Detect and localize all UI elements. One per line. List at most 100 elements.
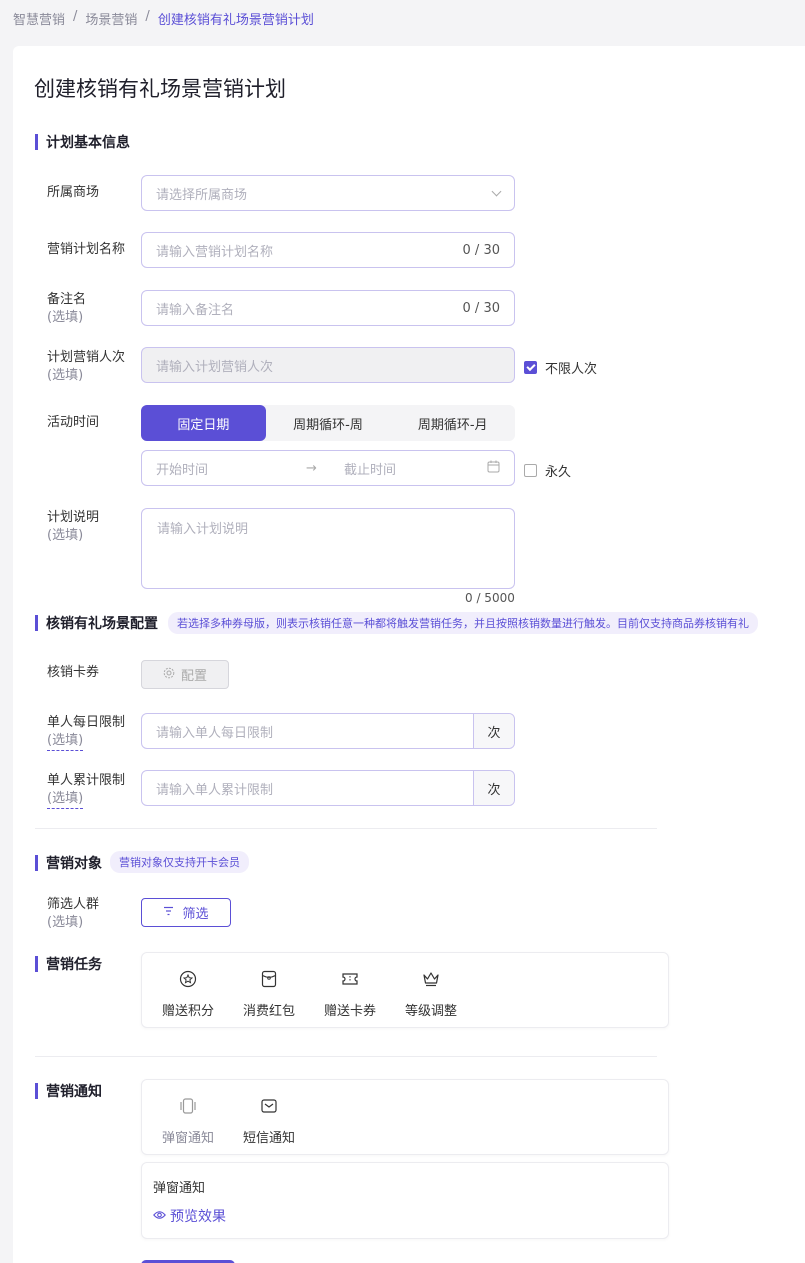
task-red-packet[interactable]: 消费红包 <box>238 970 300 1027</box>
task-level-label: 等级调整 <box>404 1004 457 1019</box>
time-label: 活动时间 <box>47 415 100 430</box>
date-range-picker[interactable]: 开始时间 → 截止时间 <box>141 450 515 486</box>
chevron-down-icon <box>491 186 502 196</box>
plan-name-placeholder: 请输入营销计划名称 <box>156 244 274 260</box>
forever-label: 永久 <box>545 465 572 480</box>
points-icon <box>179 970 197 992</box>
total-limit-unit: 次 <box>473 771 514 805</box>
breadcrumb-separator: / <box>145 9 150 24</box>
calendar-icon <box>487 460 500 477</box>
breadcrumb-separator: / <box>73 9 78 24</box>
section-target: 营销对象 <box>35 853 102 873</box>
plan-name-counter: 0 / 30 <box>462 242 500 258</box>
section-task: 营销任务 <box>35 954 102 974</box>
unlimited-label: 不限人次 <box>545 362 598 377</box>
popup-icon <box>179 1097 197 1119</box>
gear-icon <box>163 667 175 683</box>
mall-select[interactable]: 请选择所属商场 <box>141 175 515 211</box>
section-basic-info: 计划基本信息 <box>35 132 130 152</box>
total-limit-label: 单人累计限制 (选填) <box>47 772 125 809</box>
daily-limit-input[interactable]: 请输入单人每日限制 次 <box>141 713 515 749</box>
remark-input[interactable]: 请输入备注名 0 / 30 <box>141 290 515 326</box>
remark-placeholder: 请输入备注名 <box>156 302 235 318</box>
section-task-title: 营销任务 <box>46 957 102 973</box>
breadcrumb-current: 创建核销有礼场景营销计划 <box>157 13 314 28</box>
desc-textarea[interactable]: 请输入计划说明 <box>141 508 515 589</box>
count-label-text: 计划营销人次 <box>47 350 126 365</box>
target-tip-badge: 营销对象仅支持开卡会员 <box>110 851 249 873</box>
count-placeholder: 请输入计划营销人次 <box>156 359 274 375</box>
notify-sms-label: 短信通知 <box>242 1131 295 1146</box>
desc-optional: (选填) <box>47 528 84 543</box>
plan-name-input[interactable]: 请输入营销计划名称 0 / 30 <box>141 232 515 268</box>
tab-monthly-cycle[interactable]: 周期循环-月 <box>390 405 515 441</box>
daily-limit-label: 单人每日限制 (选填) <box>47 714 125 751</box>
page-title: 创建核销有礼场景营销计划 <box>34 77 286 101</box>
task-level[interactable]: 等级调整 <box>400 970 462 1027</box>
popup-notify-detail-title: 弹窗通知 <box>153 1181 206 1196</box>
tab-fixed-date[interactable]: 固定日期 <box>141 405 266 441</box>
preview-link-label: 预览效果 <box>170 1209 226 1225</box>
ticket-icon <box>341 970 359 992</box>
filter-label-text: 筛选人群 <box>47 897 100 912</box>
section-notify-title: 营销通知 <box>46 1084 102 1100</box>
divider <box>35 828 657 829</box>
section-scene-config-title: 核销有礼场景配置 <box>46 616 158 632</box>
count-optional: (选填) <box>47 368 84 383</box>
section-scene-config: 核销有礼场景配置 <box>35 613 158 633</box>
mall-label: 所属商场 <box>47 185 100 200</box>
count-input[interactable]: 请输入计划营销人次 <box>141 347 515 383</box>
daily-limit-optional: (选填) <box>47 732 84 751</box>
remark-label-text: 备注名 <box>47 292 87 307</box>
notify-sms[interactable]: 短信通知 <box>238 1097 300 1154</box>
notify-panel: 弹窗通知 短信通知 <box>141 1079 669 1155</box>
divider <box>35 1056 657 1057</box>
desc-counter: 0 / 5000 <box>465 591 515 605</box>
desc-placeholder: 请输入计划说明 <box>157 522 249 537</box>
filter-icon <box>163 905 174 920</box>
remark-counter: 0 / 30 <box>462 300 500 316</box>
filter-optional: (选填) <box>47 915 84 930</box>
checkbox-checked-icon <box>524 361 537 374</box>
start-time-placeholder[interactable]: 开始时间 <box>156 459 306 478</box>
task-red-packet-label: 消费红包 <box>242 1004 295 1019</box>
scene-tip-badge: 若选择多种券母版，则表示核销任意一种都将触发营销任务，并且按照核销数量进行触发。… <box>168 612 758 634</box>
desc-label: 计划说明 (选填) <box>47 509 99 545</box>
eye-icon <box>153 1208 166 1224</box>
task-ticket-label: 赠送卡券 <box>323 1004 376 1019</box>
total-limit-input[interactable]: 请输入单人累计限制 次 <box>141 770 515 806</box>
count-label: 计划营销人次 (选填) <box>47 349 125 385</box>
section-notify: 营销通知 <box>35 1081 102 1101</box>
forever-checkbox[interactable]: 永久 <box>524 461 571 480</box>
breadcrumb: 智慧营销 / 场景营销 / 创建核销有礼场景营销计划 <box>13 9 314 28</box>
crown-icon <box>422 970 440 992</box>
section-target-title: 营销对象 <box>46 856 102 872</box>
remark-label: 备注名 (选填) <box>47 291 86 327</box>
total-limit-optional: (选填) <box>47 790 84 809</box>
notify-popup[interactable]: 弹窗通知 <box>157 1097 219 1154</box>
tab-weekly-cycle[interactable]: 周期循环-周 <box>266 405 391 441</box>
end-time-placeholder[interactable]: 截止时间 <box>344 459 396 478</box>
task-points-label: 赠送积分 <box>161 1004 214 1019</box>
popup-notify-detail: 弹窗通知 预览效果 <box>141 1162 669 1239</box>
daily-limit-placeholder: 请输入单人每日限制 <box>156 725 274 741</box>
filter-button[interactable]: 筛选 <box>141 898 231 927</box>
desc-label-text: 计划说明 <box>47 510 100 525</box>
sms-icon <box>260 1097 278 1119</box>
daily-limit-unit: 次 <box>473 714 514 748</box>
task-ticket[interactable]: 赠送卡券 <box>319 970 381 1027</box>
filter-button-label: 筛选 <box>182 907 209 922</box>
notify-popup-label: 弹窗通知 <box>161 1131 214 1146</box>
range-arrow: → <box>306 460 317 476</box>
plan-name-label: 营销计划名称 <box>47 242 126 257</box>
red-packet-icon <box>260 970 278 992</box>
filter-label: 筛选人群 (选填) <box>47 896 99 932</box>
coupon-label: 核销卡券 <box>47 665 100 680</box>
unlimited-checkbox[interactable]: 不限人次 <box>524 358 597 377</box>
config-button[interactable]: 配置 <box>141 660 229 689</box>
preview-link[interactable]: 预览效果 <box>153 1206 657 1226</box>
total-limit-placeholder: 请输入单人累计限制 <box>156 782 274 798</box>
breadcrumb-smart-marketing[interactable]: 智慧营销 <box>13 9 65 28</box>
task-points[interactable]: 赠送积分 <box>157 970 219 1027</box>
breadcrumb-scene-marketing[interactable]: 场景营销 <box>85 9 137 28</box>
